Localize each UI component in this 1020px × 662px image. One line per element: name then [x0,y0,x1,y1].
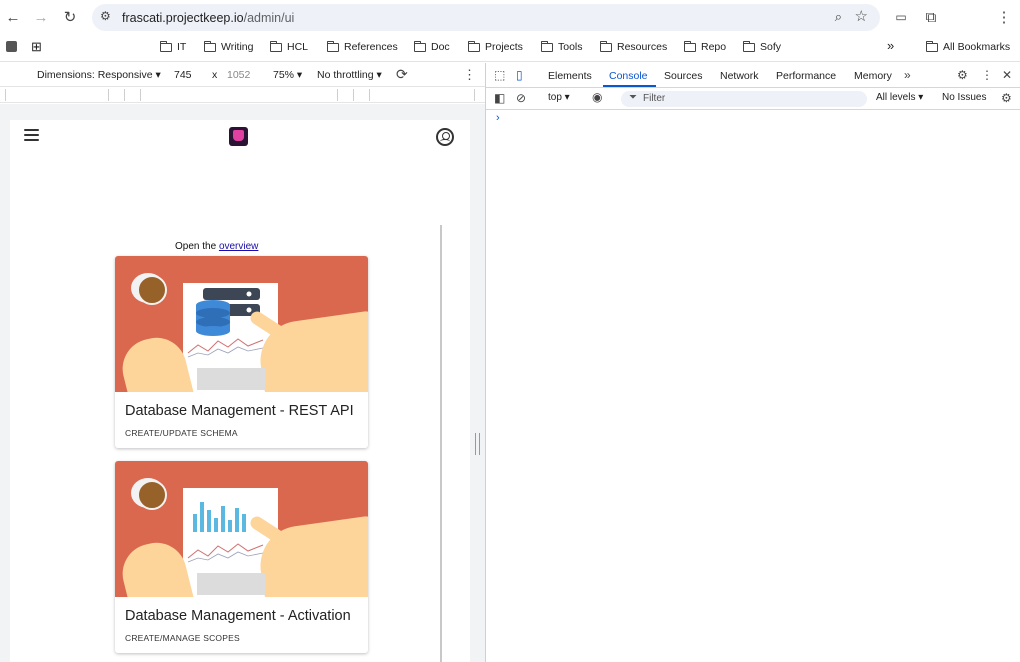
open-overview-line: Open the overview [175,241,258,252]
card-illustration [115,461,368,597]
close-icon[interactable]: ✕ [1002,68,1012,82]
width-input[interactable]: 745 [174,69,192,81]
console-filter-bar: ◧ ⊘ top ▾ ◉ ⏷ Filter All levels ▾ No Iss… [486,88,1020,110]
address-bar[interactable]: ⚙ frascati.projectkeep.io/admin/ui ⌕ ☆ [92,4,880,31]
folder-icon [159,40,172,52]
tab-elements[interactable]: Elements [548,70,592,82]
coffee-cup-icon [131,478,167,510]
filter-funnel-icon: ⏷ [629,92,637,103]
folder-icon [925,40,938,52]
folder-icon [203,40,216,52]
open-prefix-text: Open the [175,241,217,252]
bookmark-folder[interactable]: Resources [599,40,667,53]
page-scrollbar[interactable] [440,225,442,662]
card-subtitle: CREATE/UPDATE SCHEMA [125,428,238,438]
more-icon[interactable]: ⋮ [993,6,1015,28]
extensions-icon[interactable]: ⧉ [920,6,942,28]
device-viewport: Open the overview Database Management - … [10,120,470,662]
folder-icon [413,40,426,52]
card-illustration [115,256,368,392]
bookmark-folder[interactable]: Projects [467,40,523,53]
tab-sources[interactable]: Sources [664,70,703,82]
viewport-resize-handle[interactable] [475,433,480,455]
star-icon[interactable]: ☆ [855,7,868,25]
folder-icon [269,40,282,52]
reload-icon[interactable]: ↻ [59,6,81,28]
back-arrow-icon[interactable]: ← [2,6,24,28]
inspect-element-icon[interactable]: ⬚ [494,68,505,82]
devtools-more-icon[interactable]: ⋮ [981,68,993,82]
card-activation[interactable]: Database Management - Activation CREATE/… [115,461,368,653]
card-rest-api[interactable]: Database Management - REST API CREATE/UP… [115,256,368,448]
bookmark-folder[interactable]: Writing [203,40,253,53]
sidebar-toggle-icon[interactable] [6,41,17,52]
url-text[interactable]: frascati.projectkeep.io/admin/ui [122,11,294,25]
app-logo[interactable] [229,127,248,146]
all-bookmarks-button[interactable]: All Bookmarks [925,40,1010,53]
context-select[interactable]: top ▾ [548,92,570,103]
log-levels-select[interactable]: All levels ▾ [876,92,923,103]
bookmark-folder[interactable]: References [326,40,398,53]
folder-icon [540,40,553,52]
tab-memory[interactable]: Memory [854,70,892,82]
site-settings-icon[interactable]: ⚙ [100,9,111,23]
zoom-icon[interactable]: ⌕ [835,9,842,25]
coffee-cup-icon [131,273,167,305]
keyboard-slab [197,368,265,390]
media-query-ruler[interactable] [0,87,485,103]
account-icon[interactable] [436,128,454,146]
devtools-panel: ⬚ ▯ Elements Console Sources Network Per… [485,63,1020,662]
live-expression-eye-icon[interactable]: ◉ [592,90,602,104]
console-filter-input[interactable]: ⏷ Filter [621,91,867,107]
bookmarks-overflow-button[interactable]: » [887,38,894,53]
height-input[interactable]: 1052 [227,69,250,81]
folder-icon [683,40,696,52]
card-title: Database Management - Activation [125,608,351,624]
folder-icon [467,40,480,52]
cast-icon[interactable]: ▭ [890,6,912,28]
console-settings-gear-icon[interactable]: ⚙ [1001,91,1012,105]
throttling-select[interactable]: No throttling ▾ [317,69,382,81]
device-toolbar: Dimensions: Responsive ▾ 745 x 1052 75% … [0,63,485,87]
more-tabs-icon[interactable]: » [904,68,911,82]
browser-toolbar: ← → ↻ ⚙ frascati.projectkeep.io/admin/ui… [0,0,1020,35]
overview-link[interactable]: overview [219,241,258,252]
tab-network[interactable]: Network [720,70,759,82]
issues-button[interactable]: No Issues [942,92,986,103]
bookmark-folder[interactable]: Repo [683,40,726,53]
devtools-tab-bar: ⬚ ▯ Elements Console Sources Network Per… [486,63,1020,88]
folder-icon [599,40,612,52]
device-toggle-icon[interactable]: ▯ [516,68,523,82]
bookmark-folder[interactable]: Sofy [742,40,781,53]
times-label: x [212,69,218,81]
rotate-icon[interactable]: ⟳ [396,66,408,83]
zoom-select[interactable]: 75% ▾ [273,69,302,81]
apps-grid-icon[interactable]: ⊞ [31,39,42,55]
tab-performance[interactable]: Performance [776,70,836,82]
sidebar-panel-icon[interactable]: ◧ [494,91,505,105]
tab-console[interactable]: Console [609,70,648,82]
card-subtitle: CREATE/MANAGE SCOPES [125,633,240,643]
folder-icon [326,40,339,52]
console-prompt[interactable]: › [496,112,500,124]
card-title: Database Management - REST API [125,403,354,419]
device-more-icon[interactable]: ⋮ [463,67,476,83]
settings-gear-icon[interactable]: ⚙ [957,68,968,82]
bookmark-folder[interactable]: IT [159,40,186,53]
bookmarks-bar: ⊞ IT Writing HCL References Doc Projects… [0,35,1020,62]
keyboard-slab [197,573,265,595]
bookmark-folder[interactable]: Doc [413,40,450,53]
folder-icon [742,40,755,52]
clear-console-icon[interactable]: ⊘ [516,91,526,105]
active-tab-underline [603,85,656,87]
forward-arrow-icon[interactable]: → [30,6,52,28]
hamburger-menu-icon[interactable] [24,129,39,141]
bookmark-folder[interactable]: Tools [540,40,583,53]
bookmark-folder[interactable]: HCL [269,40,308,53]
dimensions-select[interactable]: Dimensions: Responsive ▾ [37,69,161,81]
